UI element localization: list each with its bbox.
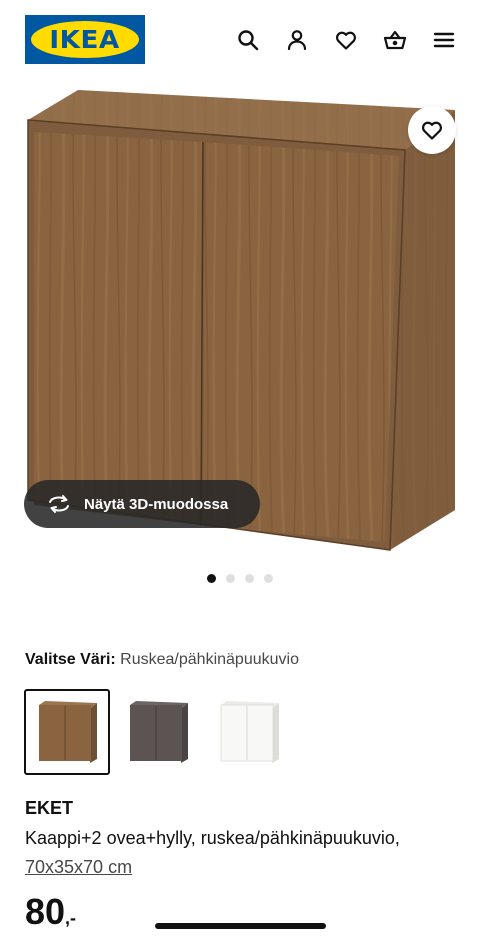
- product-size-link[interactable]: 70x35x70 cm: [25, 857, 132, 878]
- swatch-brown-walnut[interactable]: [24, 689, 110, 775]
- price-suffix: ,-: [65, 908, 77, 928]
- swatch-cabinet-white: [220, 701, 279, 763]
- view-3d-label: Näytä 3D-muodossa: [84, 495, 229, 513]
- pagination-dot[interactable]: [245, 574, 254, 583]
- search-icon[interactable]: [232, 24, 264, 56]
- pagination-dot[interactable]: [207, 574, 216, 583]
- color-label: Valitse Väri:: [25, 651, 116, 668]
- product-name: EKET: [25, 798, 74, 818]
- header: IKEA: [0, 0, 480, 80]
- gallery-pagination[interactable]: [0, 574, 480, 586]
- rotate-3d-icon: [49, 495, 69, 513]
- swatch-cabinet-brown: [39, 701, 97, 763]
- heart-icon[interactable]: [330, 24, 362, 56]
- product-description: Kaappi+2 ovea+hylly, ruskea/pähkinäpuuku…: [25, 828, 400, 848]
- swatch-dark-grey[interactable]: [115, 689, 201, 775]
- menu-icon[interactable]: [428, 24, 460, 56]
- selected-color-name: Ruskea/pähkinäpuukuvio: [120, 651, 299, 668]
- pagination-dot[interactable]: [264, 574, 273, 583]
- product-price: 80,-: [25, 891, 76, 933]
- pagination-dot[interactable]: [226, 574, 235, 583]
- favorite-button[interactable]: [408, 106, 456, 154]
- user-icon[interactable]: [281, 24, 313, 56]
- logo-oval: IKEA: [31, 21, 139, 58]
- heart-outline-icon: [421, 121, 443, 140]
- basket-icon[interactable]: [379, 24, 411, 56]
- color-selection-label: Valitse Väri: Ruskea/pähkinäpuukuvio: [25, 651, 299, 669]
- price-value: 80: [25, 891, 66, 932]
- ikea-logo[interactable]: IKEA: [25, 15, 145, 64]
- logo-text: IKEA: [49, 25, 121, 54]
- swatch-white[interactable]: [206, 689, 292, 775]
- view-3d-button[interactable]: Näytä 3D-muodossa: [24, 480, 260, 528]
- home-indicator[interactable]: [155, 923, 326, 929]
- swatch-cabinet-grey: [130, 701, 188, 763]
